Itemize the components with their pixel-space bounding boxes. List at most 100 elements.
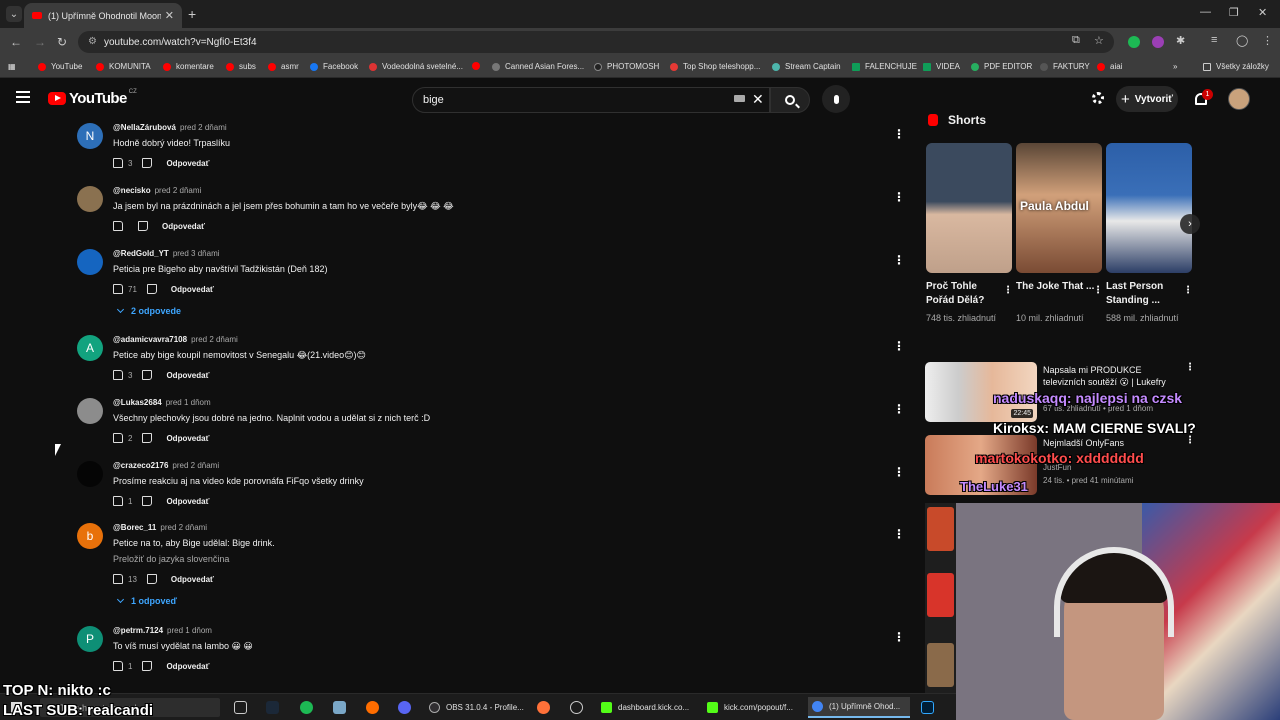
comment-author[interactable]: @Lukas2684: [113, 398, 162, 407]
back-arrow-icon[interactable]: ←: [10, 35, 22, 49]
comment-time[interactable]: pred 2 dňami: [155, 186, 202, 195]
search-button[interactable]: [770, 87, 810, 113]
comment-more-icon[interactable]: ⋮: [893, 465, 905, 479]
account-avatar[interactable]: [1228, 88, 1250, 110]
bookmark-vodeodolna[interactable]: Vodeodolná svetelné...: [369, 62, 463, 71]
translate-link[interactable]: Preložiť do jazyka slovenčina: [113, 554, 229, 564]
reply-button[interactable]: Odpovedať: [166, 159, 209, 168]
comment-author[interactable]: @adamicvavra7108: [113, 335, 187, 344]
short-title[interactable]: The Joke That ...: [1016, 280, 1096, 294]
reply-button[interactable]: Odpovedať: [171, 575, 214, 584]
new-tab-plus-icon[interactable]: +: [188, 6, 196, 22]
url-bar[interactable]: ⚙ youtube.com/watch?v=Ngfi0-Et3f4: [78, 31, 1114, 53]
dislike-icon[interactable]: [142, 158, 153, 168]
comment-more-icon[interactable]: ⋮: [893, 253, 905, 267]
like-icon[interactable]: [113, 433, 123, 443]
settings-icon[interactable]: [570, 701, 583, 714]
video-thumbnail[interactable]: [927, 573, 954, 617]
comment-avatar[interactable]: N: [77, 123, 103, 149]
all-bookmarks[interactable]: Všetky záložky: [1203, 62, 1269, 71]
bookmark-faktury[interactable]: FAKTURY: [1040, 62, 1090, 71]
short-card[interactable]: Paula Abdul The Joke That ... 10 mil. zh…: [1016, 143, 1103, 323]
comment-avatar[interactable]: b: [77, 523, 103, 549]
dislike-icon[interactable]: [146, 574, 157, 584]
comment-author[interactable]: @Borec_11: [113, 523, 156, 532]
bookmark-falenchuje[interactable]: FALENCHUJE: [852, 62, 917, 71]
reply-button[interactable]: Odpovedať: [166, 371, 209, 380]
comment-author[interactable]: @necisko: [113, 186, 151, 195]
view-replies-button[interactable]: 2 odpovede: [116, 305, 181, 316]
comment-avatar[interactable]: A: [77, 335, 103, 361]
comment-more-icon[interactable]: ⋮: [893, 402, 905, 416]
bookmark-subs[interactable]: subs: [226, 62, 256, 71]
like-icon[interactable]: [113, 284, 123, 294]
dislike-icon[interactable]: [138, 221, 148, 231]
comment-more-icon[interactable]: ⋮: [893, 630, 905, 644]
reply-button[interactable]: Odpovedať: [162, 222, 205, 231]
taskbar-app-kick-dashboard[interactable]: dashboard.kick.co...: [597, 697, 693, 718]
install-app-icon[interactable]: ⧉: [1072, 34, 1080, 47]
vlc-icon[interactable]: [366, 701, 379, 714]
media-control-icon[interactable]: ≡: [1211, 34, 1217, 46]
bookmark-videa[interactable]: VIDEA: [923, 62, 960, 71]
bookmark-asmr[interactable]: asmr: [268, 62, 299, 71]
comment-avatar[interactable]: [77, 461, 103, 487]
bookmark-stream-captain[interactable]: Stream Captain: [772, 62, 841, 71]
comment-time[interactable]: pred 2 dňami: [160, 523, 207, 532]
comment-time[interactable]: pred 2 dňami: [191, 335, 238, 344]
comment-author[interactable]: @petrm.7124: [113, 626, 163, 635]
comment-author[interactable]: @RedGold_YT: [113, 249, 169, 258]
firefox-icon[interactable]: [537, 701, 550, 714]
minimize-icon[interactable]: —: [1200, 6, 1211, 18]
bookmark-komentare[interactable]: komentare: [163, 62, 214, 71]
voice-search-button[interactable]: [822, 85, 850, 113]
comment-author[interactable]: @NellaZárubová: [113, 123, 176, 132]
taskbar-app-obs[interactable]: OBS 31.0.4 - Profile...: [425, 697, 527, 718]
comment-more-icon[interactable]: ⋮: [893, 339, 905, 353]
view-replies-button[interactable]: 1 odpoveď: [116, 595, 177, 606]
video-thumbnail[interactable]: [927, 507, 954, 551]
browser-tab-active[interactable]: (1) Upřímně Ohodnotil Moonu ✕: [24, 3, 182, 28]
short-more-icon[interactable]: ⋮: [1003, 285, 1013, 296]
task-view-icon[interactable]: [234, 701, 247, 714]
reload-icon[interactable]: ↻: [57, 35, 67, 49]
more-bookmarks-chevron-icon[interactable]: »: [1173, 62, 1177, 71]
bookmark-youtube-2[interactable]: [472, 62, 485, 70]
comment-more-icon[interactable]: ⋮: [893, 527, 905, 541]
short-thumbnail[interactable]: Paula Abdul: [1016, 143, 1102, 273]
extension-purple-icon[interactable]: [1152, 36, 1164, 48]
dislike-icon[interactable]: [142, 661, 153, 671]
bookmark-pdf-editor[interactable]: PDF EDITOR: [971, 62, 1032, 71]
clear-search-icon[interactable]: ✕: [752, 91, 764, 108]
youtube-logo[interactable]: YouTube CZ: [48, 89, 137, 107]
short-thumbnail[interactable]: [1106, 143, 1192, 273]
dislike-icon[interactable]: [142, 370, 153, 380]
short-card[interactable]: Proč Tohle Pořád Dělá? 748 tis. zhliadnu…: [926, 143, 1013, 323]
bookmark-top-shop[interactable]: Top Shop teleshopp...: [670, 62, 760, 71]
spotify-icon[interactable]: [300, 701, 313, 714]
comment-avatar[interactable]: [77, 186, 103, 212]
gear-icon[interactable]: [1092, 92, 1104, 104]
comment-avatar[interactable]: P: [77, 626, 103, 652]
extensions-puzzle-icon[interactable]: ✱: [1176, 34, 1185, 47]
reply-button[interactable]: Odpovedať: [166, 497, 209, 506]
comment-time[interactable]: pred 1 dňom: [166, 398, 211, 407]
like-icon[interactable]: [113, 221, 123, 231]
tab-search-icon[interactable]: ⌄: [6, 6, 22, 22]
video-title[interactable]: Nejmladší OnlyFans: [1043, 437, 1183, 449]
short-card[interactable]: Last Person Standing ... 588 mil. zhliad…: [1106, 143, 1193, 323]
bookmark-photomosh[interactable]: PHOTOMOSH: [594, 62, 659, 71]
apps-grid-icon[interactable]: ▦: [8, 62, 16, 71]
dislike-icon[interactable]: [142, 433, 153, 443]
dislike-icon[interactable]: [146, 284, 157, 294]
comment-time[interactable]: pred 2 dňami: [180, 123, 227, 132]
taskbar-app-kick-popout[interactable]: kick.com/popout/f...: [703, 697, 801, 718]
bookmark-aiai[interactable]: aiai: [1097, 62, 1122, 71]
bookmark-youtube[interactable]: YouTube: [38, 62, 82, 71]
bookmark-star-icon[interactable]: ☆: [1094, 34, 1104, 47]
search-input[interactable]: bige: [412, 87, 770, 113]
comment-more-icon[interactable]: ⋮: [893, 190, 905, 204]
bookmark-facebook[interactable]: Facebook: [310, 62, 358, 71]
site-info-icon[interactable]: ⚙: [88, 36, 97, 47]
notepad-icon[interactable]: [333, 701, 346, 714]
